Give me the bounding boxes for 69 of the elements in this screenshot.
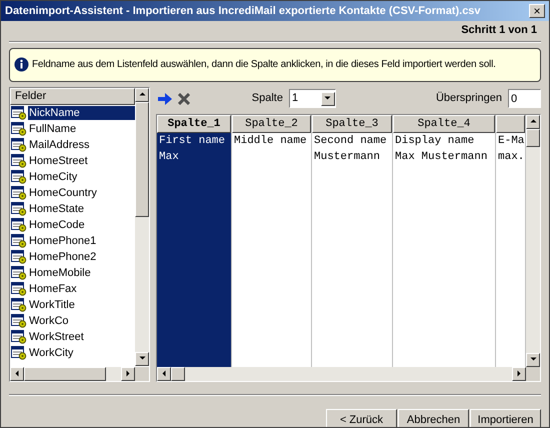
field-item[interactable]: MailAddress <box>28 138 91 152</box>
caret-up-icon <box>138 91 146 98</box>
field-item[interactable]: FullName <box>28 122 78 136</box>
caret-right-icon <box>124 370 132 377</box>
column-header[interactable]: Spalte_4 <box>393 114 495 132</box>
field-item[interactable]: HomeCode <box>28 218 86 232</box>
field-item[interactable]: NickName <box>28 106 135 120</box>
caret-down-icon <box>138 355 146 362</box>
field-item[interactable]: HomePhone1 <box>28 234 98 248</box>
column-header[interactable]: Spalte_1 <box>157 114 231 132</box>
field-item[interactable]: HomeState <box>28 202 86 216</box>
table-cell-text: First name <box>158 134 226 148</box>
field-item[interactable]: HomeMobile <box>28 266 92 280</box>
table-cell-text: max. <box>497 150 525 164</box>
info-icon <box>14 57 29 72</box>
scroll-thumb[interactable] <box>171 366 185 380</box>
field-item[interactable]: HomeCity <box>28 170 78 184</box>
arrow-right-icon[interactable] <box>158 92 172 104</box>
table-cell-text: Display name <box>394 134 476 148</box>
delete-icon[interactable] <box>178 92 190 104</box>
field-item[interactable]: WorkCity <box>28 346 74 360</box>
scroll-thumb[interactable] <box>526 128 540 146</box>
caret-left-icon <box>14 370 20 377</box>
column-header[interactable]: Spalte_3 <box>312 114 392 132</box>
info-text: Feldname aus dem Listenfeld auswählen, dann die Spalte anklicken, in die dieses Feld importiert werden soll. <box>32 58 496 72</box>
column-select[interactable]: 1 <box>288 89 336 108</box>
dialog-button[interactable]: Abbrechen <box>398 408 469 427</box>
table-cell-text: Middle name <box>233 134 308 148</box>
field-item[interactable]: HomePhone2 <box>28 250 98 264</box>
field-item[interactable]: WorkCo <box>28 314 70 328</box>
column-header[interactable]: Felder <box>10 88 135 104</box>
table-cell-text: Max Mustermann <box>394 150 488 164</box>
dialog-button[interactable]: < Zurück <box>326 408 397 427</box>
table-cell-text: E-Ma <box>497 134 525 148</box>
column-header[interactable]: Spalte_2 <box>232 114 311 132</box>
window-title: Datenimport-Assistent - Importieren aus IncrediMail exportierte Kontakte (CSV-Format).csv <box>5 4 482 19</box>
field-item[interactable]: HomeCountry <box>28 186 98 200</box>
scroll-up-button[interactable] <box>526 114 540 128</box>
caret-right-icon <box>516 370 522 377</box>
skip-label: Überspringen <box>436 90 502 106</box>
field-item[interactable]: WorkStreet <box>28 330 85 344</box>
scroll-down-button[interactable] <box>526 352 540 366</box>
scrollbar-corner <box>135 366 149 380</box>
skip-field[interactable]: 0 <box>508 89 541 108</box>
column-label: Spalte <box>252 91 283 106</box>
table-cell-text: Second name <box>313 134 388 148</box>
scroll-thumb[interactable] <box>24 366 106 380</box>
dropdown-button[interactable] <box>320 92 335 106</box>
caret-up-icon <box>530 118 536 125</box>
table-cell-text: Max <box>158 150 180 164</box>
close-button[interactable]: × <box>529 4 545 18</box>
field-item[interactable]: WorkTitle <box>28 298 76 312</box>
step-label: Schritt 1 von 1 <box>461 23 537 38</box>
scroll-right-button[interactable] <box>121 366 135 380</box>
caret-down-icon <box>324 95 332 102</box>
scroll-down-button[interactable] <box>135 352 149 366</box>
scroll-right-button[interactable] <box>512 366 526 380</box>
scrollbar-corner <box>526 366 540 380</box>
dialog-button[interactable]: Importieren <box>470 408 541 427</box>
scroll-thumb[interactable] <box>135 102 149 216</box>
caret-left-icon <box>160 370 168 377</box>
field-item[interactable]: HomeStreet <box>28 154 89 168</box>
scroll-left-button[interactable] <box>10 366 24 380</box>
field-item[interactable]: HomeFax <box>28 282 78 296</box>
table-cell-text: Mustermann <box>313 150 382 164</box>
caret-down-icon <box>530 356 536 363</box>
scroll-left-button[interactable] <box>157 366 171 380</box>
column-header[interactable] <box>496 114 525 132</box>
scroll-up-button[interactable] <box>135 88 149 102</box>
